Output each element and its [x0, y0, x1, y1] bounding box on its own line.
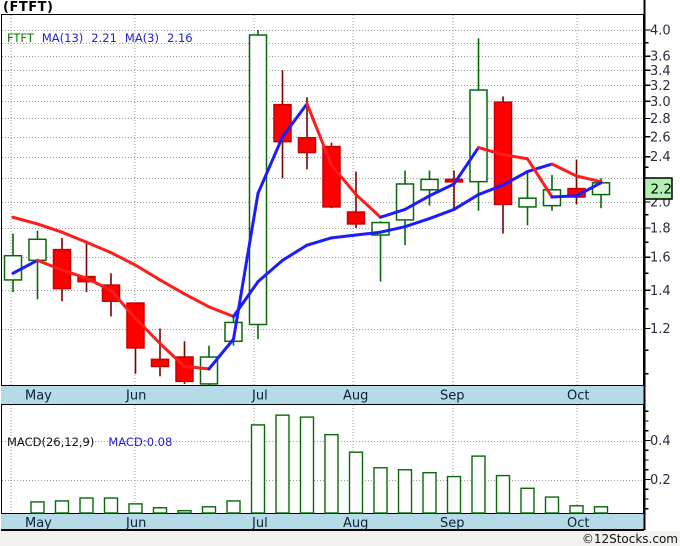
macd-bar: [275, 414, 290, 514]
macd-bar: [373, 467, 388, 514]
macd-bar: [544, 496, 560, 514]
month-label: Aug: [343, 516, 368, 531]
macd-bar: [54, 500, 70, 514]
macd-legend: MACD(26,12,9) MACD:0.08: [7, 435, 680, 449]
right-axis: 4.03.63.43.23.02.82.62.42.01.81.61.41.20…: [643, 0, 671, 530]
macd-params-label: MACD(26,12,9): [7, 435, 95, 449]
axis-tick-label: 2.6: [650, 130, 671, 145]
legend-ma13-label: MA(13): [41, 31, 84, 45]
month-label: Jun: [125, 389, 146, 404]
stock-chart-page: ©12Stocks.com 4.0 3.6 3.4 3.2 3.0 2.8 2.6 2.4 2.…: [0, 0, 680, 546]
month-label: May: [25, 389, 52, 404]
axis-tick-label: 0.2: [650, 473, 671, 488]
legend-symbol: FTFT: [7, 31, 34, 45]
macd-bar: [397, 469, 413, 514]
macd-bar: [152, 507, 168, 514]
last-price-box: 2.2: [643, 177, 673, 200]
macd-bar: [103, 497, 119, 514]
macd-bar: [495, 474, 511, 514]
axis-tick-label: 3.2: [650, 79, 671, 94]
axis-tick-label: 1.6: [650, 251, 671, 266]
candle-body-up: [395, 183, 415, 221]
candle-body-up: [469, 89, 488, 183]
macd-value-label: MACD:0.08: [108, 435, 173, 449]
chart-title: (FTFT): [3, 0, 54, 15]
axis-tick-label: 3.0: [650, 95, 671, 110]
macd-bar: [177, 510, 192, 514]
chart-svg: 4.03.63.43.23.02.82.62.42.01.81.61.41.20…: [2, 0, 673, 531]
axis-tick-label: 2.4: [650, 150, 671, 165]
candle-body-up: [28, 238, 47, 262]
macd-bar: [201, 506, 217, 514]
axis-tick-label: 3.4: [650, 64, 671, 79]
candle-body-up: [3, 254, 23, 281]
last-price-label: 2.2: [651, 182, 672, 198]
month-label: Sep: [440, 389, 465, 404]
candle-body-up: [518, 197, 537, 208]
candle-body-down: [346, 211, 366, 225]
month-label: Jul: [251, 516, 268, 531]
macd-bar: [593, 506, 609, 514]
month-label: Jul: [251, 389, 268, 404]
candle-body-down: [297, 137, 317, 154]
macd-bar: [569, 505, 584, 514]
month-label: Oct: [567, 389, 589, 404]
axis-tick-label: 3.6: [650, 50, 671, 65]
macd-bar: [520, 487, 535, 514]
month-label: Oct: [567, 516, 589, 531]
legend-ma3-label: MA(3): [124, 31, 159, 45]
macd-bar: [79, 497, 94, 514]
candle-body-down: [150, 358, 170, 368]
month-label: Jun: [125, 516, 146, 531]
macd-bar: [128, 503, 143, 514]
watermark: ©12Stocks.com: [581, 532, 678, 546]
candle-body-down: [322, 145, 341, 208]
macd-bar: [446, 475, 462, 514]
axis-tick-label: 1.2: [650, 322, 671, 337]
candle-body-up: [420, 178, 439, 191]
macd-bar: [471, 455, 486, 514]
month-label: Sep: [440, 516, 465, 531]
month-label: May: [25, 516, 52, 531]
macd-bar: [422, 471, 437, 514]
month-label: Aug: [343, 389, 368, 404]
candles: [3, 30, 611, 385]
axis-tick-label: 1.4: [650, 284, 671, 299]
legend-ma3-value: 2.16: [166, 31, 193, 45]
macd-bar: [30, 501, 45, 514]
macd-bar: [226, 500, 241, 514]
axis-tick-label: 2.8: [650, 112, 671, 127]
axis-tick-label: 1.8: [650, 222, 671, 237]
ma-line-MA13: [11, 162, 603, 318]
price-legend: FTFT MA(13) 2.21 MA(3) 2.16: [7, 31, 680, 45]
macd-bar: [348, 451, 364, 514]
legend-ma13-value: 2.21: [91, 31, 117, 45]
macd-bar: [299, 416, 315, 514]
macd-histogram: [30, 414, 609, 514]
